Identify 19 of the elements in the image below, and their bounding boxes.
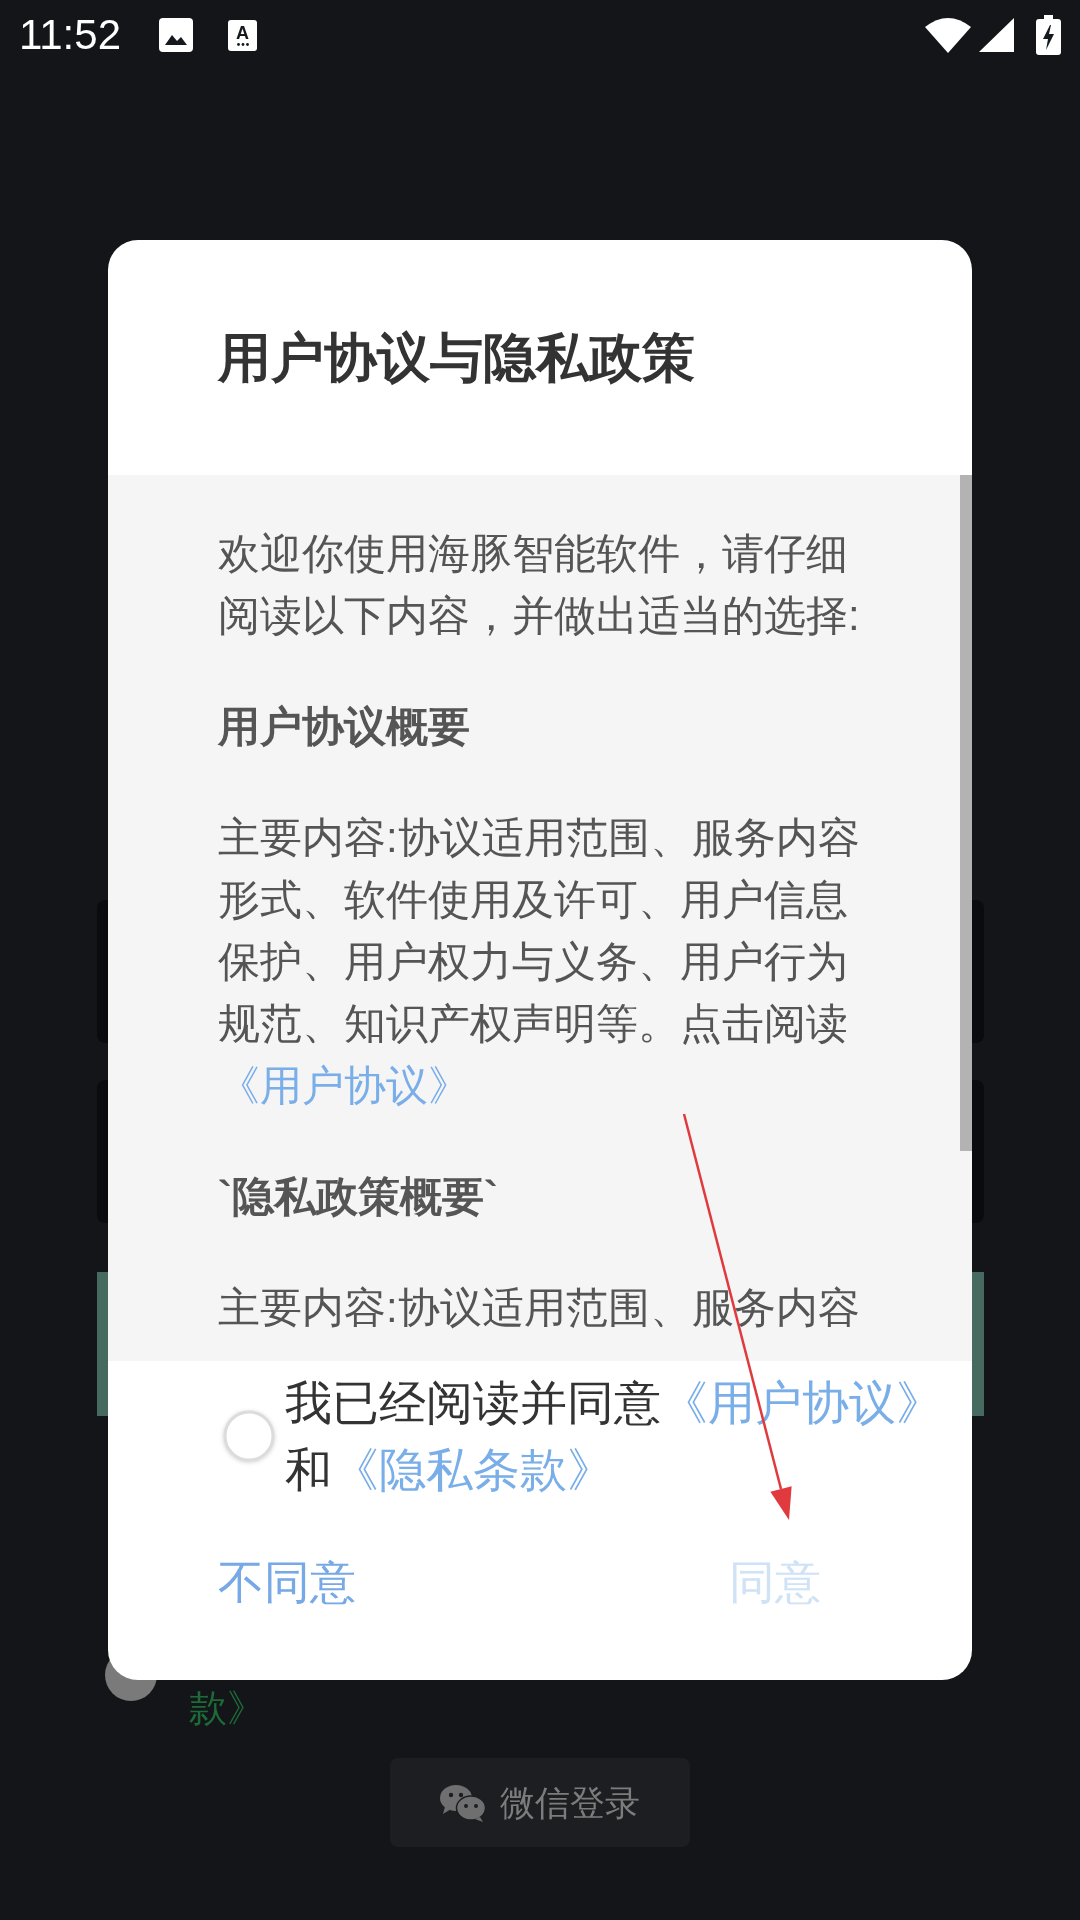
wechat-login-button[interactable]: 微信登录 (390, 1758, 690, 1847)
dialog-title: 用户协议与隐私政策 (218, 326, 695, 389)
body-paragraph: 主要内容:协议适用范围、服务内容形式、软件使用及许可、用户信息保护、用户权力与义务、用户行为规范、知识产权声明等。点击阅读 《用户协议》 (218, 813, 861, 1111)
image-icon (159, 18, 193, 52)
battery-charging-icon (1036, 15, 1061, 55)
wifi-icon (925, 17, 971, 53)
agreement-link[interactable]: 《用户协议》 (218, 1062, 470, 1109)
body-paragraph: 主要内容:协议适用范围、服务内容 (218, 1283, 861, 1333)
section-heading: 用户协议概要 (218, 702, 471, 752)
checkbox[interactable] (223, 1410, 275, 1462)
consent-text: 款》 (189, 1689, 265, 1727)
disagree-button[interactable]: 不同意 (218, 1552, 356, 1612)
agreement-link[interactable]: 《隐私条款》 (332, 1443, 614, 1496)
body-paragraph: 欢迎你使用海豚智能软件，请仔细阅读以下内容，并做出适当的选择: (218, 529, 861, 641)
notification-letter-icon: A (228, 19, 257, 51)
section-heading: `隐私政策概要` (218, 1172, 499, 1222)
chat-bubbles-icon (440, 1783, 486, 1822)
signal-icon (979, 18, 1014, 52)
status-time: 11:52 (19, 14, 121, 56)
